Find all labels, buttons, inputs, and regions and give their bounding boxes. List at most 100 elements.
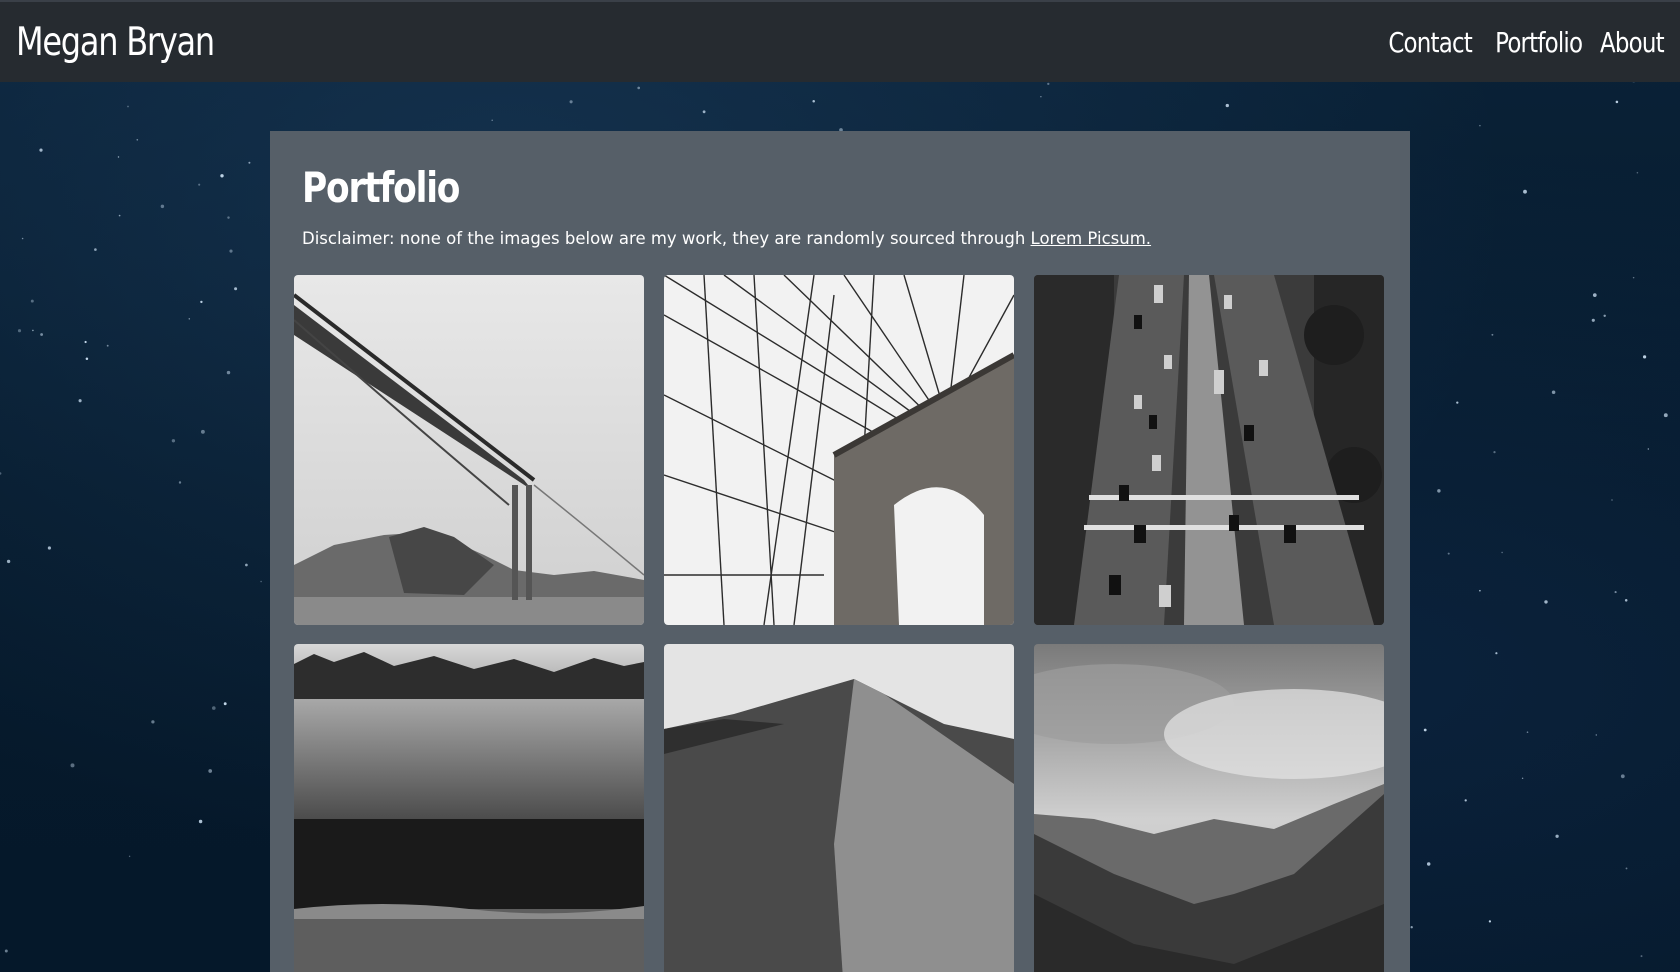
misty-field-treeline-photo <box>294 644 644 972</box>
star <box>136 138 139 141</box>
star <box>1555 834 1559 838</box>
aerial-highway-traffic-photo <box>1034 275 1384 625</box>
star <box>30 299 34 303</box>
star <box>1595 734 1598 736</box>
gallery-image-1[interactable] <box>294 275 644 625</box>
star <box>178 481 182 484</box>
star <box>1663 413 1668 418</box>
star <box>1479 589 1481 592</box>
gallery-image-5[interactable] <box>664 644 1014 972</box>
star <box>1611 499 1613 501</box>
star <box>160 204 165 209</box>
star <box>1625 867 1628 870</box>
star <box>1426 862 1431 866</box>
star <box>1479 124 1481 127</box>
star <box>1491 333 1494 336</box>
star <box>1047 82 1050 86</box>
star <box>78 399 82 403</box>
star <box>491 119 493 121</box>
star <box>200 300 203 304</box>
star <box>151 720 155 724</box>
star <box>212 706 216 710</box>
star <box>47 546 51 550</box>
star <box>39 148 43 152</box>
star <box>94 248 97 251</box>
star <box>198 183 201 186</box>
star <box>1591 318 1595 322</box>
star <box>1501 551 1503 554</box>
star <box>227 216 230 219</box>
star <box>40 333 44 336</box>
star <box>127 105 129 108</box>
star <box>1493 450 1496 454</box>
nav-link-portfolio[interactable]: Portfolio <box>1495 26 1583 59</box>
gallery-image-3[interactable] <box>1034 275 1384 625</box>
star <box>1040 95 1042 98</box>
nav-link-contact[interactable]: Contact <box>1388 26 1472 59</box>
golden-gate-bridge-photo <box>294 275 644 625</box>
star <box>32 329 34 332</box>
star <box>84 340 87 344</box>
star <box>1495 652 1498 655</box>
forested-valley-clouds-photo <box>1034 644 1384 972</box>
star <box>200 429 205 434</box>
star <box>637 86 641 90</box>
star <box>208 769 213 773</box>
portfolio-panel: Portfolio Disclaimer: none of the images… <box>270 131 1410 972</box>
nav-link-about[interactable]: About <box>1600 26 1665 59</box>
star <box>248 161 251 164</box>
star <box>1423 728 1427 732</box>
star <box>229 249 233 253</box>
star <box>1447 552 1450 555</box>
star <box>0 472 2 475</box>
star <box>245 563 248 567</box>
star <box>1456 401 1459 404</box>
star <box>1632 276 1635 279</box>
star <box>1640 955 1643 958</box>
star <box>1225 103 1229 108</box>
star <box>1410 926 1413 929</box>
star <box>1603 314 1606 318</box>
brooklyn-bridge-cables-photo <box>664 275 1014 625</box>
gallery-image-2[interactable] <box>664 275 1014 625</box>
star <box>1642 355 1647 359</box>
star <box>1526 731 1529 733</box>
star <box>1551 390 1556 395</box>
star <box>220 174 224 178</box>
star <box>1647 448 1649 450</box>
star <box>226 370 231 375</box>
star <box>1544 600 1548 604</box>
star <box>117 156 120 158</box>
star <box>1624 599 1628 602</box>
star <box>171 439 176 443</box>
disclaimer-text: Disclaimer: none of the images below are… <box>302 229 1151 248</box>
star <box>128 855 131 858</box>
star <box>260 580 262 583</box>
star <box>1614 591 1617 594</box>
star <box>1464 799 1467 802</box>
site-brand[interactable]: Megan Bryan <box>16 20 215 65</box>
star <box>85 357 89 360</box>
star <box>4 949 8 953</box>
star <box>223 702 227 706</box>
star <box>106 344 109 347</box>
lorem-picsum-link[interactable]: Lorem Picsum. <box>1031 229 1152 248</box>
star <box>21 237 24 240</box>
star <box>702 110 706 114</box>
star <box>118 214 121 217</box>
star <box>812 99 815 103</box>
star <box>1523 189 1527 194</box>
disclaimer-body: Disclaimer: none of the images below are… <box>302 229 1031 248</box>
star <box>1521 777 1524 779</box>
star <box>17 329 22 333</box>
star <box>1636 171 1639 174</box>
gallery-image-6[interactable] <box>1034 644 1384 972</box>
star <box>1592 293 1597 297</box>
page-title: Portfolio <box>302 163 460 212</box>
star <box>70 763 75 768</box>
star <box>569 100 573 104</box>
gallery-image-4[interactable] <box>294 644 644 972</box>
nav-menu: Contact Portfolio About <box>1366 26 1664 59</box>
star <box>1437 489 1441 493</box>
star <box>234 287 238 291</box>
